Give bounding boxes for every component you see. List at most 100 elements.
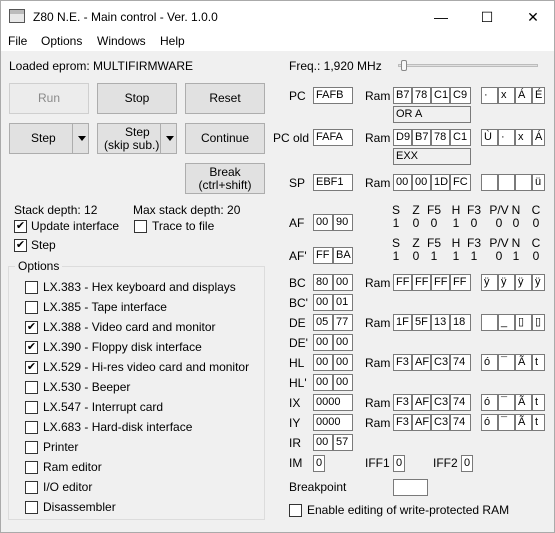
iy-ram-byte-0[interactable]: F3 xyxy=(393,414,412,431)
ix-ram-byte-3[interactable]: 74 xyxy=(450,394,471,411)
sp-ram-char-3[interactable]: ü xyxy=(532,174,545,191)
ix-ram-byte-2[interactable]: C3 xyxy=(431,394,450,411)
option-checkbox-lx683[interactable] xyxy=(25,421,38,434)
pc-old-value[interactable]: FAFA xyxy=(313,129,353,146)
option-checkbox-lx529[interactable]: ✔ xyxy=(25,361,38,374)
iy-value[interactable]: 0000 xyxy=(313,414,353,431)
sp-ram-char-0[interactable] xyxy=(481,174,498,191)
pc-ram-byte-2[interactable]: C1 xyxy=(431,87,450,104)
ix-value[interactable]: 0000 xyxy=(313,394,353,411)
bc-ram-byte-0[interactable]: FF xyxy=(393,274,412,291)
menu-windows[interactable]: Windows xyxy=(97,34,146,48)
write-protect-checkbox[interactable] xyxy=(289,504,302,517)
breakpoint-input[interactable] xyxy=(393,479,428,496)
reset-button[interactable]: Reset xyxy=(185,83,265,114)
update-interface-checkbox[interactable]: ✔ xyxy=(14,220,27,233)
pc-ram-byte-1[interactable]: 78 xyxy=(412,87,431,104)
pc-ram-char-0[interactable]: · xyxy=(481,87,498,104)
maximize-button[interactable]: ☐ xyxy=(464,1,510,33)
trace-to-file-checkbox[interactable] xyxy=(134,220,147,233)
hl-ram-char-2[interactable]: Ã xyxy=(515,354,532,371)
menu-help[interactable]: Help xyxy=(160,34,185,48)
af-value-high[interactable]: 00 xyxy=(313,214,333,231)
de-value-low[interactable]: 77 xyxy=(333,314,353,331)
bc-ram-char-1[interactable]: ÿ xyxy=(498,274,515,291)
bc-ram-byte-2[interactable]: FF xyxy=(431,274,450,291)
hl-ram-byte-2[interactable]: C3 xyxy=(431,354,450,371)
bc-ram-char-3[interactable]: ÿ xyxy=(532,274,545,291)
menu-options[interactable]: Options xyxy=(41,34,82,48)
hl-ram-byte-1[interactable]: AF xyxy=(412,354,431,371)
iy-ram-byte-3[interactable]: 74 xyxy=(450,414,471,431)
iff2-value[interactable]: 0 xyxy=(461,455,473,472)
pc-old-ram-byte-3[interactable]: C1 xyxy=(450,129,471,146)
de-ram-byte-1[interactable]: 5F xyxy=(412,314,431,331)
pc-old-ram-char-0[interactable]: Ù xyxy=(481,129,498,146)
de-ram-byte-2[interactable]: 13 xyxy=(431,314,450,331)
option-checkbox-lx388[interactable]: ✔ xyxy=(25,321,38,334)
option-checkbox-printer[interactable] xyxy=(25,441,38,454)
ix-ram-char-2[interactable]: Ã xyxy=(515,394,532,411)
close-button[interactable]: ✕ xyxy=(510,1,555,33)
ix-ram-byte-0[interactable]: F3 xyxy=(393,394,412,411)
bc-value-low[interactable]: 00 xyxy=(333,274,353,291)
iy-ram-char-3[interactable]: t xyxy=(532,414,545,431)
ix-ram-char-0[interactable]: ó xyxy=(481,394,498,411)
step-button[interactable]: Step xyxy=(9,123,89,154)
option-checkbox-disassembler[interactable] xyxy=(25,501,38,514)
pc-ram-char-3[interactable]: É xyxy=(532,87,545,104)
step-dropdown-icon[interactable] xyxy=(78,136,86,141)
frequency-slider-track[interactable] xyxy=(398,64,538,67)
frequency-slider-thumb[interactable] xyxy=(400,60,407,71)
de-ram-char-2[interactable]: ▯ xyxy=(515,314,532,331)
hl-ram-char-1[interactable]: ¯ xyxy=(498,354,515,371)
de-ram-char-1[interactable]: _ xyxy=(498,314,515,331)
break-button[interactable]: Break (ctrl+shift) xyxy=(185,163,265,194)
ix-ram-byte-1[interactable]: AF xyxy=(412,394,431,411)
pc-old-ram-char-2[interactable]: x xyxy=(515,129,532,146)
pc-ram-byte-3[interactable]: C9 xyxy=(450,87,471,104)
hl-ram-char-3[interactable]: t xyxy=(532,354,545,371)
ir-value-r[interactable]: 57 xyxy=(333,434,353,451)
sp-ram-byte-3[interactable]: FC xyxy=(450,174,471,191)
bc-ram-char-2[interactable]: ÿ xyxy=(515,274,532,291)
bc2-value-high[interactable]: 00 xyxy=(313,294,333,311)
option-checkbox-lx530[interactable] xyxy=(25,381,38,394)
step-checkbox[interactable]: ✔ xyxy=(14,239,27,252)
pc-old-ram-char-3[interactable]: Á xyxy=(532,129,545,146)
hl-value-low[interactable]: 00 xyxy=(333,354,353,371)
hl-value-high[interactable]: 00 xyxy=(313,354,333,371)
option-checkbox-lx547[interactable] xyxy=(25,401,38,414)
hl-ram-byte-3[interactable]: 74 xyxy=(450,354,471,371)
af2-value-high[interactable]: FF xyxy=(313,247,333,264)
sp-ram-byte-0[interactable]: 00 xyxy=(393,174,412,191)
im-value[interactable]: 0 xyxy=(313,455,325,472)
sp-ram-byte-2[interactable]: 1D xyxy=(431,174,450,191)
iy-ram-char-2[interactable]: Ã xyxy=(515,414,532,431)
pc-value[interactable]: FAFB xyxy=(313,87,353,104)
hl-ram-char-0[interactable]: ó xyxy=(481,354,498,371)
sp-value[interactable]: EBF1 xyxy=(313,174,353,191)
de-ram-byte-3[interactable]: 18 xyxy=(450,314,471,331)
de2-value-low[interactable]: 00 xyxy=(333,334,353,351)
option-checkbox-lx385[interactable] xyxy=(25,301,38,314)
sp-ram-byte-1[interactable]: 00 xyxy=(412,174,431,191)
de-ram-char-3[interactable]: ▯ xyxy=(532,314,545,331)
af2-value-low[interactable]: BA xyxy=(333,247,353,264)
bc-ram-byte-1[interactable]: FF xyxy=(412,274,431,291)
pc-old-ram-byte-2[interactable]: 78 xyxy=(431,129,450,146)
hl2-value-high[interactable]: 00 xyxy=(313,374,333,391)
pc-ram-char-1[interactable]: x xyxy=(498,87,515,104)
iy-ram-char-0[interactable]: ó xyxy=(481,414,498,431)
option-checkbox-lx383[interactable] xyxy=(25,281,38,294)
sp-ram-char-2[interactable] xyxy=(515,174,532,191)
minimize-button[interactable]: — xyxy=(418,1,464,33)
ix-ram-char-3[interactable]: t xyxy=(532,394,545,411)
iy-ram-char-1[interactable]: ¯ xyxy=(498,414,515,431)
run-button[interactable]: Run xyxy=(9,83,89,114)
bc-ram-char-0[interactable]: ÿ xyxy=(481,274,498,291)
option-checkbox-ram-editor[interactable] xyxy=(25,461,38,474)
bc2-value-low[interactable]: 01 xyxy=(333,294,353,311)
menu-file[interactable]: File xyxy=(8,34,27,48)
pc-ram-char-2[interactable]: Á xyxy=(515,87,532,104)
